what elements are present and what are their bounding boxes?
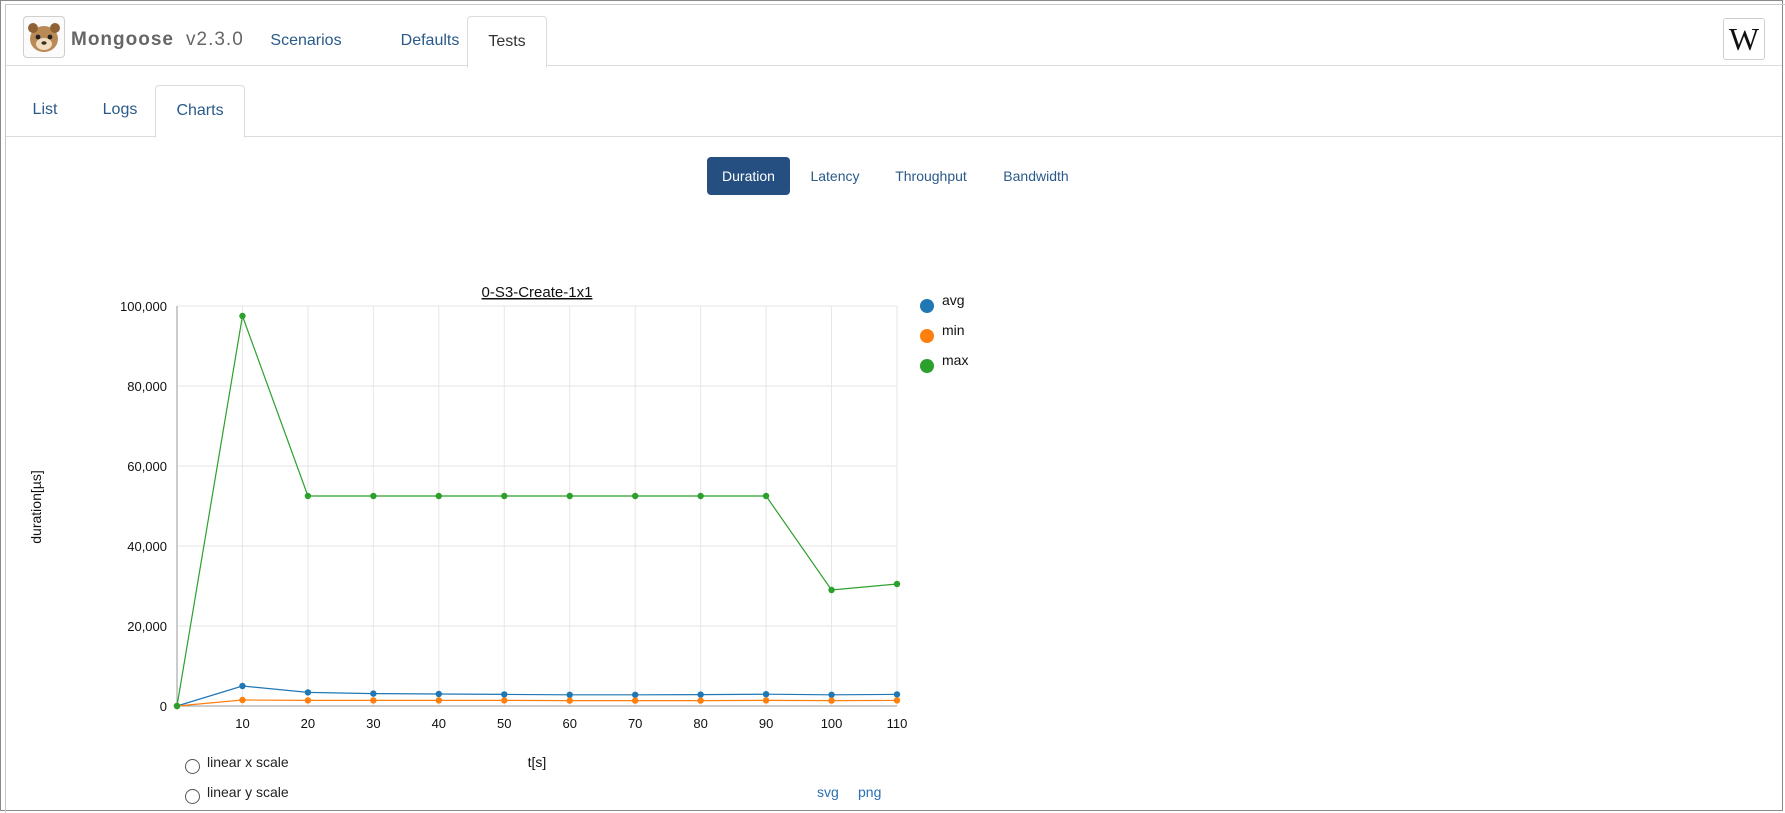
wikipedia-icon[interactable]: W: [1723, 18, 1765, 60]
download-svg-link[interactable]: svg: [817, 784, 839, 800]
app-version: v2.3.0: [186, 29, 244, 50]
subtab-logs[interactable]: Logs: [84, 85, 156, 136]
metric-throughput-button[interactable]: Throughput: [885, 157, 977, 195]
top-navbar: Mongoose v2.3.0 Scenarios Defaults Tests…: [6, 5, 1782, 68]
sub-navbar: List Logs Charts: [6, 65, 1782, 138]
linear-x-radio[interactable]: [185, 759, 200, 774]
mongoose-face-icon: [28, 23, 60, 52]
linear-x-label: linear x scale: [207, 754, 289, 770]
tab-tests[interactable]: Tests: [467, 16, 547, 68]
app-brand: Mongoose: [71, 29, 174, 50]
subtab-list[interactable]: List: [18, 85, 72, 136]
metric-duration-button[interactable]: Duration: [707, 157, 790, 195]
mongoose-logo-icon[interactable]: [23, 16, 65, 58]
metric-latency-button[interactable]: Latency: [799, 157, 871, 195]
metric-bandwidth-button[interactable]: Bandwidth: [993, 157, 1079, 195]
linear-y-label: linear y scale: [207, 784, 289, 800]
download-png-link[interactable]: png: [858, 784, 881, 800]
linear-y-radio[interactable]: [185, 789, 200, 804]
subtab-charts[interactable]: Charts: [155, 85, 245, 138]
tab-scenarios[interactable]: Scenarios: [246, 16, 366, 66]
